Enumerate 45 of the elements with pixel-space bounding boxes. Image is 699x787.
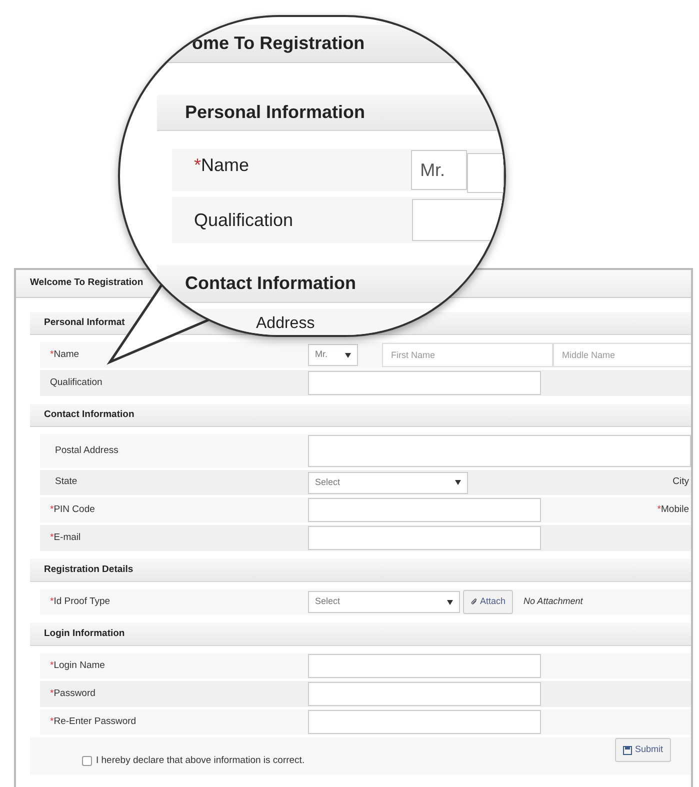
field-label: *Id Proof Type [50, 596, 110, 607]
select-field[interactable]: Mr. [308, 344, 358, 366]
caret-icon [455, 480, 461, 485]
paperclip-icon [470, 598, 478, 606]
caret-icon [345, 352, 351, 358]
attachment-note: No Attachment [524, 595, 583, 608]
zoomed-label: Qualification [193, 208, 294, 232]
field-label: *Name [50, 348, 80, 360]
input-field[interactable] [308, 710, 541, 734]
section-title: Contact Information [44, 408, 134, 422]
input-field[interactable] [308, 435, 691, 467]
window-title: Welcome To Registration [30, 276, 144, 290]
input-field[interactable] [308, 526, 541, 550]
field-label: *E-mail [50, 532, 81, 543]
section-title: Login Information [44, 626, 125, 641]
zoomed-section-title: Contact Information [185, 272, 356, 295]
input-field[interactable] [308, 682, 541, 706]
field-label: *Re-Enter Password [50, 716, 136, 727]
field-label: *Login Name [50, 660, 105, 671]
input-field[interactable]: Middle Name [553, 343, 691, 367]
zoomed-title: ome To Registration [192, 32, 365, 55]
field-label: Postal Address [54, 444, 118, 456]
input-field[interactable] [308, 498, 541, 522]
select-field[interactable]: Select [308, 472, 468, 494]
attach-button[interactable]: Attach [463, 590, 513, 614]
section-title: Registration Details [44, 562, 134, 577]
section-title: Personal Informat [44, 316, 125, 330]
field-label: State [54, 476, 78, 488]
field-label: City [672, 476, 689, 488]
field-label: *Password [50, 688, 96, 699]
input-field[interactable] [308, 654, 541, 678]
checkbox[interactable] [82, 756, 92, 766]
zoomed-label: Address [256, 314, 315, 334]
input-field[interactable] [308, 371, 541, 395]
zoomed-section-title: Personal Information [185, 101, 366, 124]
save-icon [622, 746, 632, 754]
field-label: *Mobile [657, 504, 689, 515]
select-field[interactable]: Select [308, 591, 460, 613]
input-field[interactable]: First Name [382, 343, 553, 367]
field-label: *PIN Code [50, 504, 95, 515]
submit-button[interactable]: Submit [614, 738, 671, 762]
field-label: Qualification [50, 376, 102, 388]
declaration-label: I hereby declare that above information is correct. [96, 754, 305, 768]
zoomed-label: *Name [193, 154, 250, 176]
caret-icon [447, 600, 453, 604]
